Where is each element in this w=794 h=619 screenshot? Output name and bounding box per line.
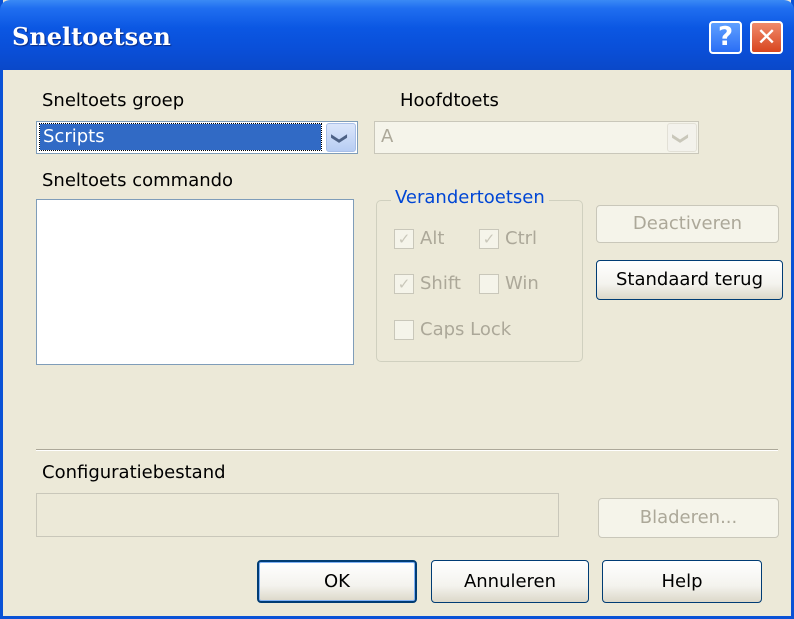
restore-default-button[interactable]: Standaard terug	[596, 260, 783, 300]
shortcuts-dialog: Sneltoetsen ? ✕ Sneltoets groep Scripts …	[0, 0, 794, 619]
alt-label: Alt	[420, 228, 445, 249]
unchecked-box-icon	[479, 274, 499, 294]
separator	[36, 449, 778, 451]
checkmark-icon: ✓	[394, 274, 414, 294]
config-file-field[interactable]	[36, 493, 559, 537]
main-key-label: Hoofdtoets	[400, 90, 499, 111]
win-label: Win	[505, 273, 539, 294]
help-icon[interactable]: ?	[709, 21, 742, 54]
chevron-down-icon[interactable]: ❯	[326, 123, 356, 152]
title-bar[interactable]: Sneltoetsen ? ✕	[0, 0, 794, 70]
window-title: Sneltoetsen	[12, 22, 171, 51]
modifier-keys-group: Verandertoetsen ✓ Alt ✓ Ctrl ✓ Shift Win…	[376, 187, 583, 362]
checkmark-icon: ✓	[394, 229, 414, 249]
help-button[interactable]: Help	[602, 560, 762, 603]
close-icon[interactable]: ✕	[750, 21, 783, 54]
modifier-keys-legend: Verandertoetsen	[391, 187, 549, 208]
ctrl-label: Ctrl	[505, 228, 538, 249]
main-key-value: A	[381, 126, 394, 147]
command-list[interactable]	[36, 199, 354, 365]
shift-label: Shift	[420, 273, 461, 294]
unchecked-box-icon	[394, 320, 414, 340]
shortcut-group-select[interactable]: Scripts ❯	[36, 121, 358, 154]
checkmark-icon: ✓	[479, 229, 499, 249]
chevron-down-icon[interactable]: ❯	[667, 123, 697, 152]
command-label: Sneltoets commando	[42, 170, 234, 191]
caps-lock-label: Caps Lock	[420, 319, 512, 340]
main-key-select[interactable]: A ❯	[374, 121, 699, 154]
browse-button[interactable]: Bladeren...	[598, 498, 779, 538]
config-file-label: Configuratiebestand	[42, 462, 226, 483]
deactivate-button[interactable]: Deactiveren	[596, 205, 779, 243]
shortcut-group-label: Sneltoets groep	[42, 90, 185, 111]
ok-button[interactable]: OK	[257, 560, 417, 603]
cancel-button[interactable]: Annuleren	[431, 560, 589, 603]
shortcut-group-value: Scripts	[39, 123, 322, 151]
